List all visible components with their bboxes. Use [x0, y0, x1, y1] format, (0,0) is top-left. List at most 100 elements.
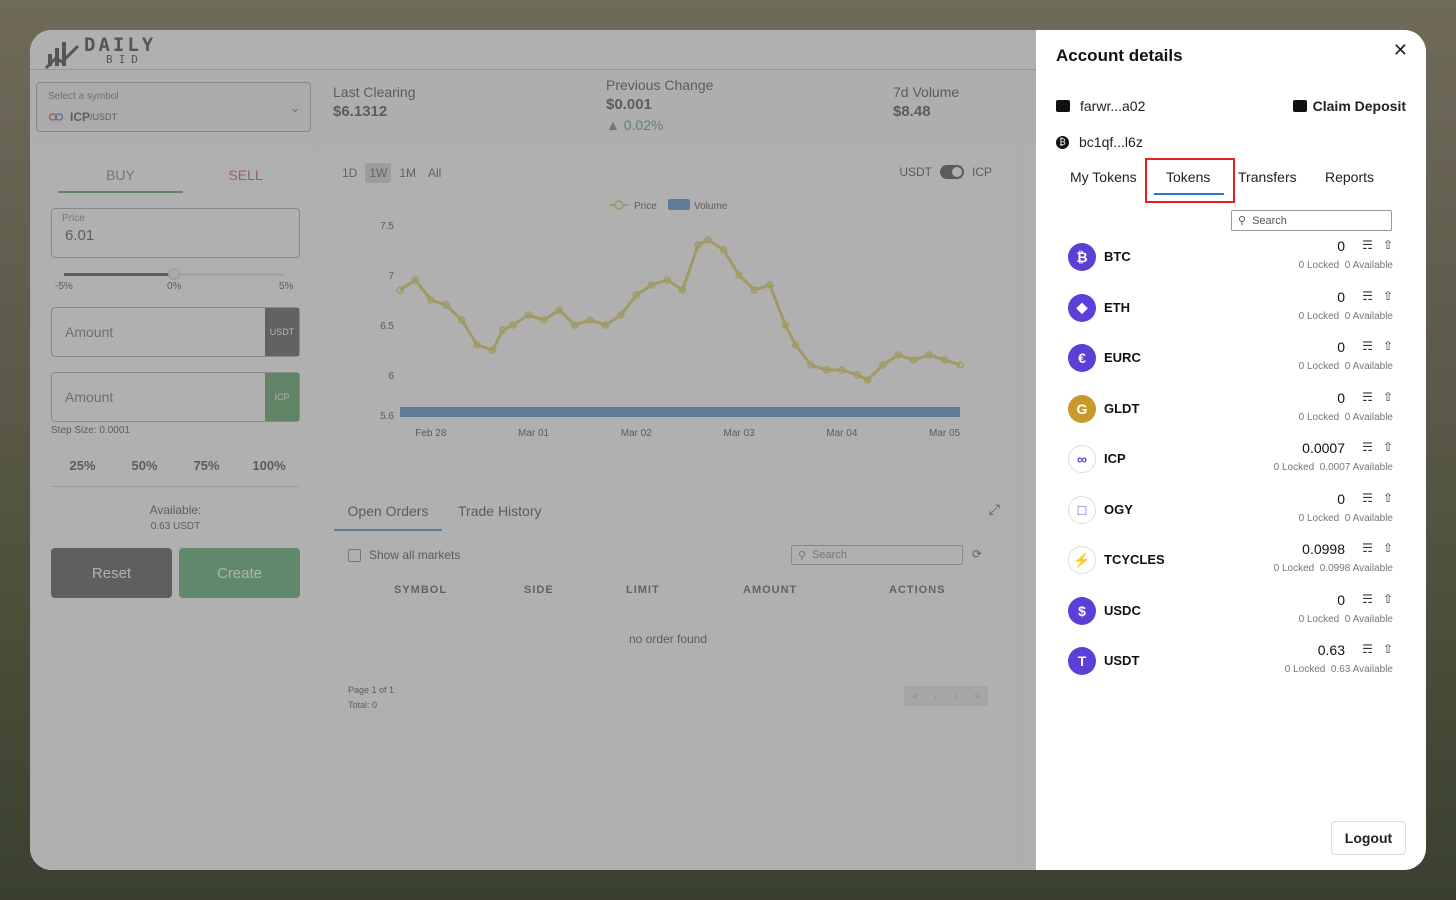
pct-100-button[interactable]: 100% [244, 458, 294, 473]
range-selector: 1D 1W 1M All [338, 163, 445, 183]
create-button[interactable]: Create [179, 548, 300, 598]
drawer-title: Account details [1056, 46, 1183, 65]
orders-search-input[interactable]: ⚲ Search [791, 545, 963, 565]
token-row-usdt[interactable]: T USDT 0.63 ☴ ⇧ 0 Locked 0.63 Available [1068, 642, 1393, 682]
buy-tab[interactable]: BUY [58, 145, 183, 193]
next-page-icon[interactable]: › [954, 691, 957, 702]
show-all-markets[interactable]: Show all markets [348, 548, 460, 562]
range-1m[interactable]: 1M [395, 163, 420, 183]
account-1: farwr...a02 [1080, 98, 1146, 114]
deposit-icon[interactable]: ☴ [1362, 541, 1373, 555]
side-panel-edge [1024, 145, 1036, 870]
toggle-switch[interactable] [939, 165, 964, 179]
pct-50-button[interactable]: 50% [122, 458, 167, 473]
account-drawer: Account details ✕ farwr...a02 Claim Depo… [1036, 30, 1426, 870]
up-arrow-icon: ▲ [606, 117, 620, 133]
token-name: TCYCLES [1104, 552, 1165, 567]
top-bar: DAILY BID [30, 30, 1036, 70]
price-slider[interactable] [64, 268, 284, 280]
first-page-icon[interactable]: « [912, 691, 918, 702]
token-row-usdc[interactable]: $ USDC 0 ☴ ⇧ 0 Locked 0 Available [1068, 592, 1393, 632]
token-row-tcycles[interactable]: ⚡ TCYCLES 0.0998 ☴ ⇧ 0 Locked 0.0998 Availabl… [1068, 541, 1393, 581]
tab-reports[interactable]: Reports [1325, 169, 1374, 185]
withdraw-icon[interactable]: ⇧ [1383, 642, 1393, 656]
refresh-icon[interactable]: ⟳ [972, 547, 982, 561]
slider-handle[interactable] [168, 268, 180, 280]
search-icon: ⚲ [798, 549, 807, 562]
token-name: ICP [1104, 451, 1126, 466]
token-name: EURC [1104, 350, 1141, 365]
last-page-icon[interactable]: » [974, 691, 980, 702]
tab-trade-history[interactable]: Trade History [458, 503, 542, 519]
token-locked: 0 Locked [1298, 361, 1340, 372]
sell-tab[interactable]: SELL [183, 145, 308, 193]
stat-last-clearing: Last Clearing $6.1312 [333, 82, 416, 122]
symbol-base: ICP [70, 110, 91, 124]
deposit-icon[interactable]: ☴ [1362, 440, 1373, 454]
show-all-checkbox[interactable] [348, 548, 361, 562]
x-tick-label: Mar 03 [724, 428, 756, 439]
logo-chart-icon [44, 42, 80, 70]
y-tick-label: 7.5 [380, 221, 394, 232]
withdraw-icon[interactable]: ⇧ [1383, 592, 1393, 606]
range-1w[interactable]: 1W [365, 163, 392, 183]
icp-icon [48, 113, 64, 121]
token-row-gldt[interactable]: G GLDT 0 ☴ ⇧ 0 Locked 0 Available [1068, 390, 1393, 430]
symbol-select[interactable]: Select a symbol ICP /USDT ⌄ [36, 82, 311, 132]
deposit-icon[interactable]: ☴ [1362, 390, 1373, 404]
y-tick-label: 6 [388, 371, 394, 382]
expand-icon[interactable]: ⤢ [989, 501, 1000, 518]
token-row-icp[interactable]: ∞ ICP 0.0007 ☴ ⇧ 0 Locked 0.0007 Available [1068, 440, 1393, 480]
deposit-icon[interactable]: ☴ [1362, 491, 1373, 505]
withdraw-icon[interactable]: ⇧ [1383, 541, 1393, 555]
pct-25-button[interactable]: 25% [60, 458, 105, 473]
orders-tabs: Open Orders Trade History ⤢ [334, 497, 1000, 531]
stat-7d-volume: 7d Volume $8.48 [893, 82, 959, 122]
daily-bid-logo[interactable]: DAILY BID [44, 36, 156, 70]
volume-series [400, 407, 960, 417]
pct-75-button[interactable]: 75% [184, 458, 229, 473]
stat-label: Previous Change [606, 77, 714, 93]
token-locked: 0 Locked [1298, 260, 1340, 271]
token-search-input[interactable]: ⚲ Search [1231, 210, 1392, 231]
deposit-icon[interactable]: ☴ [1362, 592, 1373, 606]
tab-my-tokens[interactable]: My Tokens [1070, 169, 1137, 185]
reset-button[interactable]: Reset [51, 548, 172, 598]
price-series-line [399, 238, 961, 382]
deposit-icon[interactable]: ☴ [1362, 238, 1373, 252]
range-all[interactable]: All [424, 163, 445, 183]
tab-open-orders[interactable]: Open Orders [334, 503, 442, 531]
currency-toggle[interactable]: USDT ICP [899, 165, 992, 179]
amount-usdt-field[interactable]: Amount USDT [51, 307, 300, 357]
col-amount: AMOUNT [743, 584, 798, 596]
order-form-panel: BUY SELL Price 6.01 -5% 0% 5% Amount USD… [38, 145, 313, 870]
token-row-btc[interactable]: ₿ BTC 0 ☴ ⇧ 0 Locked 0 Available [1068, 238, 1393, 278]
price-label: Price [62, 213, 85, 224]
token-row-ogy[interactable]: □ OGY 0 ☴ ⇧ 0 Locked 0 Available [1068, 491, 1393, 531]
logout-button[interactable]: Logout [1331, 821, 1406, 855]
tab-transfers[interactable]: Transfers [1238, 169, 1297, 185]
chevron-down-icon: ⌄ [289, 101, 300, 115]
price-field[interactable]: Price 6.01 [51, 208, 300, 258]
token-locked: 0 Locked [1284, 664, 1326, 675]
withdraw-icon[interactable]: ⇧ [1383, 339, 1393, 353]
price-volume-chart: Price Volume 7.5 7 6.5 6 5.6 Feb 28 Mar 01 Mar 02… [380, 199, 964, 439]
withdraw-icon[interactable]: ⇧ [1383, 289, 1393, 303]
withdraw-icon[interactable]: ⇧ [1383, 390, 1393, 404]
withdraw-icon[interactable]: ⇧ [1383, 491, 1393, 505]
withdraw-icon[interactable]: ⇧ [1383, 238, 1393, 252]
wallet-icon [1056, 100, 1070, 112]
deposit-icon[interactable]: ☴ [1362, 339, 1373, 353]
token-row-eth[interactable]: ◆ ETH 0 ☴ ⇧ 0 Locked 0 Available [1068, 289, 1393, 329]
deposit-icon[interactable]: ☴ [1362, 642, 1373, 656]
deposit-icon[interactable]: ☴ [1362, 289, 1373, 303]
close-icon[interactable]: ✕ [1393, 40, 1408, 61]
prev-page-icon[interactable]: ‹ [934, 691, 937, 702]
token-name: GLDT [1104, 400, 1140, 416]
total-count: Total: 0 [348, 700, 378, 710]
claim-deposit-button[interactable]: Claim Deposit [1292, 98, 1406, 114]
range-1d[interactable]: 1D [338, 163, 361, 183]
withdraw-icon[interactable]: ⇧ [1383, 440, 1393, 454]
amount-icp-field[interactable]: Amount ICP [51, 372, 300, 422]
token-row-eurc[interactable]: € EURC 0 ☴ ⇧ 0 Locked 0 Available [1068, 339, 1393, 379]
